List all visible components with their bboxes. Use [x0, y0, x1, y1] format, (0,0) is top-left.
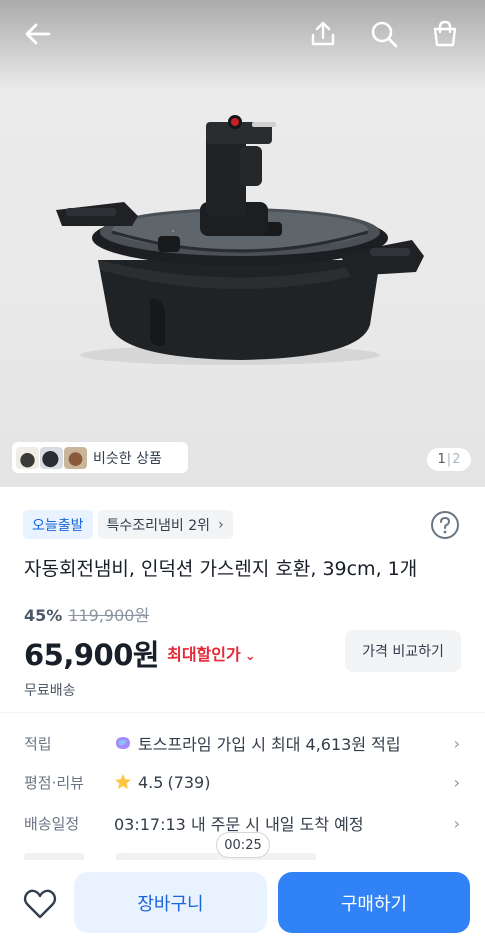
back-button[interactable] — [18, 14, 58, 54]
sale-price: 65,900원 — [24, 638, 160, 672]
star-icon — [114, 773, 132, 791]
price-row: 65,900원 최대할인가 ⌄ — [24, 632, 256, 674]
product-badges: 오늘출발 특수조리냄비 2위 › — [23, 510, 233, 539]
product-image-gallery[interactable]: 비슷한 상품 1 | 2 — [0, 0, 485, 487]
search-icon — [371, 21, 398, 48]
similar-thumbnails — [16, 446, 87, 469]
similar-thumb — [16, 446, 39, 469]
share-button[interactable] — [303, 14, 343, 54]
discount-percent: 45% — [24, 606, 63, 625]
recording-timer: 00:25 — [216, 832, 270, 858]
original-price: 119,900원 — [68, 606, 150, 625]
product-image — [56, 115, 424, 365]
today-shipping-badge: 오늘출발 — [23, 510, 93, 539]
rating-value: 4.5 — [138, 772, 164, 792]
category-rank-badge[interactable]: 특수조리냄비 2위 › — [97, 510, 233, 539]
today-shipping-label: 오늘출발 — [32, 517, 84, 534]
free-shipping-label: 무료배송 — [24, 683, 76, 699]
chevron-right-icon: › — [453, 813, 460, 833]
question-circle-icon — [431, 511, 459, 539]
info-value: 4.5 (739) — [114, 773, 460, 792]
similar-products-label: 비슷한 상품 — [93, 450, 162, 467]
add-to-cart-button[interactable]: 장바구니 — [74, 872, 267, 933]
arrow-left-icon — [25, 23, 51, 45]
info-label: 배송일정 — [24, 814, 80, 833]
similar-thumb — [64, 446, 87, 469]
info-row-rating[interactable]: 평점·리뷰 4.5 (739) › — [24, 767, 460, 797]
chevron-right-icon: › — [453, 733, 460, 753]
info-row-points[interactable]: 적립 토스프라임 가입 시 최대 4,613원 적립 › — [24, 728, 460, 758]
buy-now-button[interactable]: 구매하기 — [278, 872, 470, 933]
section-divider — [0, 712, 485, 713]
product-title: 자동회전냄비, 인덕션 가스렌지 호환, 39cm, 1개 — [24, 558, 418, 580]
info-label: 적립 — [24, 734, 52, 753]
top-navigation-bar — [0, 0, 485, 68]
compare-price-button[interactable]: 가격 비교하기 — [345, 630, 461, 672]
help-button[interactable] — [430, 510, 460, 540]
page-total: 2 — [452, 452, 461, 467]
review-count: (739) — [167, 772, 211, 792]
wishlist-button[interactable] — [20, 884, 60, 924]
add-to-cart-label: 장바구니 — [137, 893, 204, 915]
bottom-action-bar: 장바구니 구매하기 — [0, 860, 485, 948]
page-separator: | — [446, 452, 452, 467]
chevron-down-icon: ⌄ — [244, 649, 256, 664]
max-discount-label: 최대할인가 — [167, 645, 241, 664]
discount-row: 45% 119,900원 — [24, 602, 149, 626]
category-rank-label: 특수조리냄비 2위 — [106, 517, 211, 534]
similar-thumb — [40, 446, 63, 469]
info-label: 평점·리뷰 — [24, 773, 84, 792]
info-value: 토스프라임 가입 시 최대 4,613원 적립 — [114, 731, 460, 755]
points-text: 토스프라임 가입 시 최대 4,613원 적립 — [138, 735, 401, 754]
heart-icon — [23, 889, 57, 919]
max-discount-dropdown[interactable]: 최대할인가 ⌄ — [167, 641, 256, 665]
compare-price-label: 가격 비교하기 — [362, 644, 444, 660]
share-icon — [311, 21, 335, 46]
page-current: 1 — [437, 452, 446, 467]
image-page-indicator: 1 | 2 — [427, 448, 471, 471]
toss-prime-icon — [114, 735, 132, 751]
chevron-right-icon: › — [453, 772, 460, 792]
shopping-bag-icon — [433, 20, 457, 47]
search-button[interactable] — [364, 14, 404, 54]
chevron-right-icon: › — [218, 516, 224, 533]
info-value: 03:17:13 내 주문 시 내일 도착 예정 — [114, 811, 460, 835]
similar-products-chip[interactable]: 비슷한 상품 — [12, 442, 188, 473]
buy-now-label: 구매하기 — [340, 893, 408, 915]
cart-button[interactable] — [425, 14, 465, 54]
